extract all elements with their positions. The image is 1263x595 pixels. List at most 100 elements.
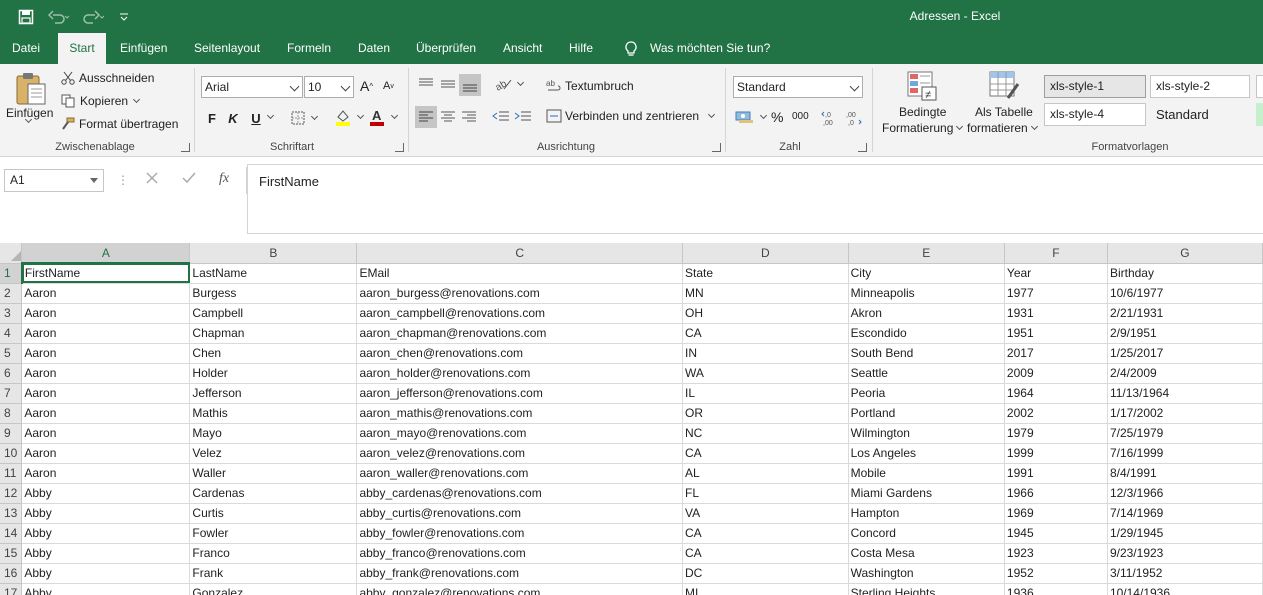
cell-c11[interactable]: aaron_waller@renovations.com — [356, 463, 683, 484]
name-box-dropdown-icon[interactable] — [90, 178, 98, 183]
conditional-formatting-label-1[interactable]: Bedingte — [899, 105, 946, 119]
cell-a6[interactable]: Aaron — [21, 363, 191, 384]
cell-f10[interactable]: 1999 — [1004, 443, 1108, 464]
cell-g16[interactable]: 3/11/1952 — [1107, 563, 1263, 584]
cell-e4[interactable]: Escondido — [848, 323, 1005, 344]
tab-datei[interactable]: Datei — [12, 33, 40, 64]
cell-e6[interactable]: Seattle — [848, 363, 1005, 384]
save-icon[interactable] — [16, 8, 36, 26]
cell-d10[interactable]: CA — [682, 443, 849, 464]
decrease-decimal-icon[interactable]: ,00,0 — [844, 110, 862, 126]
tab-ansicht[interactable]: Ansicht — [503, 33, 542, 64]
number-launcher-icon[interactable] — [858, 143, 867, 152]
align-middle-icon[interactable] — [440, 76, 456, 92]
column-header-a[interactable]: A — [21, 243, 191, 264]
cell-b5[interactable]: Chen — [189, 343, 358, 364]
cell-c9[interactable]: aaron_mayo@renovations.com — [356, 423, 683, 444]
column-header-c[interactable]: C — [356, 243, 683, 264]
cell-d13[interactable]: VA — [682, 503, 849, 524]
cell-a8[interactable]: Aaron — [21, 403, 191, 424]
cell-f17[interactable]: 1936 — [1004, 583, 1108, 595]
cell-a9[interactable]: Aaron — [21, 423, 191, 444]
cell-d3[interactable]: OH — [682, 303, 849, 324]
cell-d7[interactable]: IL — [682, 383, 849, 404]
row-header[interactable]: 17 — [0, 583, 23, 595]
tab-daten[interactable]: Daten — [358, 33, 390, 64]
cell-b9[interactable]: Mayo — [189, 423, 358, 444]
column-header-f[interactable]: F — [1004, 243, 1108, 264]
cell-g12[interactable]: 12/3/1966 — [1107, 483, 1263, 504]
cell-a4[interactable]: Aaron — [21, 323, 191, 344]
cell-c4[interactable]: aaron_chapman@renovations.com — [356, 323, 683, 344]
italic-button[interactable]: K — [222, 107, 244, 129]
formula-bar-grip-icon[interactable]: ⋮ — [117, 173, 129, 187]
tab-hilfe[interactable]: Hilfe — [569, 33, 593, 64]
cell-d12[interactable]: FL — [682, 483, 849, 504]
row-header[interactable]: 6 — [0, 363, 23, 384]
cell-e16[interactable]: Washington — [848, 563, 1005, 584]
row-header[interactable]: 3 — [0, 303, 23, 324]
cell-g2[interactable]: 10/6/1977 — [1107, 283, 1263, 304]
cell-f5[interactable]: 2017 — [1004, 343, 1108, 364]
cell-e11[interactable]: Mobile — [848, 463, 1005, 484]
cell-c14[interactable]: abby_fowler@renovations.com — [356, 523, 683, 544]
cell-b3[interactable]: Campbell — [189, 303, 358, 324]
cell-c13[interactable]: abby_curtis@renovations.com — [356, 503, 683, 524]
row-header[interactable]: 16 — [0, 563, 23, 584]
conditional-formatting-button[interactable]: Formatierung — [882, 121, 964, 135]
cell-f8[interactable]: 2002 — [1004, 403, 1108, 424]
row-header[interactable]: 13 — [0, 503, 23, 524]
cell-e7[interactable]: Peoria — [848, 383, 1005, 404]
cell-e2[interactable]: Minneapolis — [848, 283, 1005, 304]
align-center-icon[interactable] — [440, 110, 456, 124]
cell-style-overflow[interactable] — [1256, 75, 1263, 98]
cell-g13[interactable]: 7/14/1969 — [1107, 503, 1263, 524]
merge-center-button[interactable]: Verbinden und zentrieren — [546, 109, 716, 123]
clipboard-paste-icon[interactable] — [14, 70, 50, 106]
cell-f3[interactable]: 1931 — [1004, 303, 1108, 324]
cell-e15[interactable]: Costa Mesa — [848, 543, 1005, 564]
cell-style-standard[interactable]: Standard — [1150, 103, 1250, 126]
cancel-entry-icon[interactable] — [145, 171, 159, 185]
font-color-icon[interactable]: A — [368, 108, 399, 126]
orientation-icon[interactable]: ab — [494, 77, 525, 91]
cell-f11[interactable]: 1991 — [1004, 463, 1108, 484]
customize-qat-icon[interactable] — [116, 8, 132, 26]
tell-me-search[interactable]: Was möchten Sie tun? — [650, 33, 770, 64]
undo-icon[interactable] — [46, 8, 72, 26]
format-painter-button[interactable]: Format übertragen — [61, 117, 178, 131]
row-header[interactable]: 2 — [0, 283, 23, 304]
row-header[interactable]: 9 — [0, 423, 23, 444]
tab-start[interactable]: Start — [58, 33, 106, 64]
copy-dropdown-icon[interactable] — [133, 95, 141, 104]
cell-a5[interactable]: Aaron — [21, 343, 191, 364]
formula-input[interactable]: FirstName — [247, 164, 1263, 234]
cell-g9[interactable]: 7/25/1979 — [1107, 423, 1263, 444]
format-as-table-button[interactable]: formatieren — [967, 121, 1038, 135]
tab-formeln[interactable]: Formeln — [287, 33, 331, 64]
cell-g10[interactable]: 7/16/1999 — [1107, 443, 1263, 464]
align-bottom-icon[interactable] — [459, 74, 481, 96]
cell-c12[interactable]: abby_cardenas@renovations.com — [356, 483, 683, 504]
cell-c1[interactable]: EMail — [356, 263, 683, 284]
cell-d9[interactable]: NC — [682, 423, 849, 444]
decrease-indent-icon[interactable] — [492, 110, 510, 124]
cell-a10[interactable]: Aaron — [21, 443, 191, 464]
cell-a17[interactable]: Abby — [21, 583, 191, 595]
increase-decimal-icon[interactable]: ,0,00 — [821, 110, 839, 126]
cell-e8[interactable]: Portland — [848, 403, 1005, 424]
cell-b1[interactable]: LastName — [189, 263, 358, 284]
cell-a7[interactable]: Aaron — [21, 383, 191, 404]
cell-f6[interactable]: 2009 — [1004, 363, 1108, 384]
align-right-icon[interactable] — [461, 110, 477, 124]
font-size-combo[interactable]: 10 — [304, 76, 354, 98]
cell-f16[interactable]: 1952 — [1004, 563, 1108, 584]
cell-d14[interactable]: CA — [682, 523, 849, 544]
row-header[interactable]: 7 — [0, 383, 23, 404]
cell-b13[interactable]: Curtis — [189, 503, 358, 524]
cell-b17[interactable]: Gonzalez — [189, 583, 358, 595]
name-box[interactable]: A1 — [4, 169, 104, 192]
cell-c3[interactable]: aaron_campbell@renovations.com — [356, 303, 683, 324]
cell-g8[interactable]: 1/17/2002 — [1107, 403, 1263, 424]
column-header-e[interactable]: E — [848, 243, 1005, 264]
